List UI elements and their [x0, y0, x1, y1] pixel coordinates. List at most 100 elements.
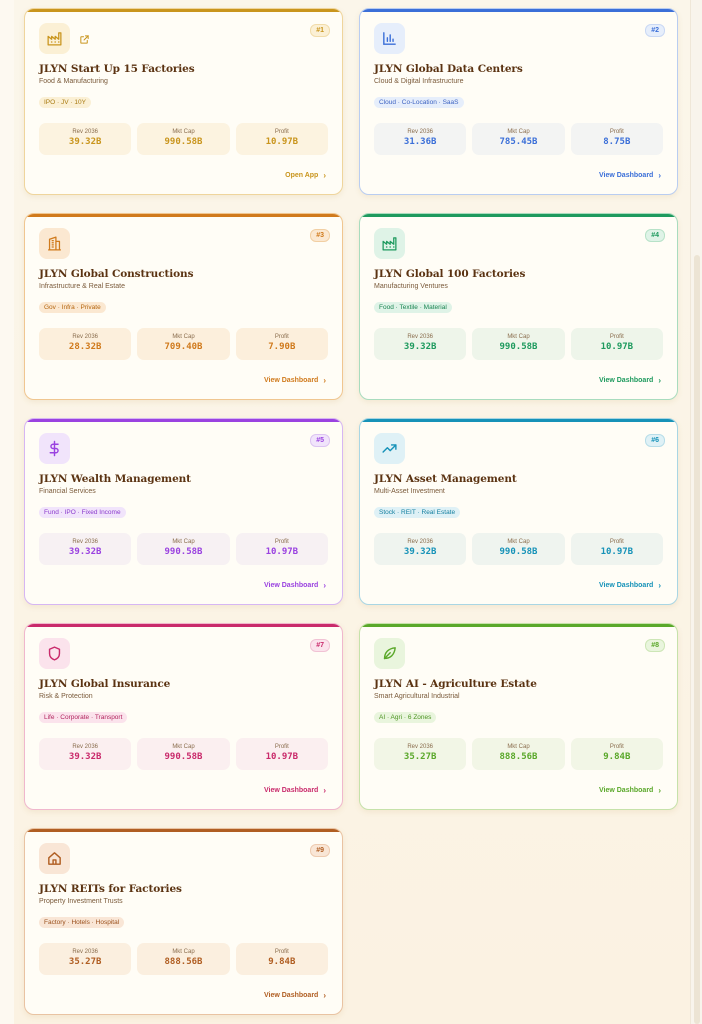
company-card[interactable]: #4 JLYN Global 100 Factories Manufacturi… [359, 213, 678, 400]
card-title: JLYN Asset Management [374, 473, 517, 485]
category-tag: IPO · JV · 10Y [39, 97, 91, 108]
stat-market-cap: Mkt Cap 888.56B [137, 943, 230, 975]
stat-label: Mkt Cap [172, 539, 195, 545]
view-dashboard-link[interactable]: View Dashboard › [264, 581, 326, 590]
company-card[interactable]: #5 JLYN Wealth Management Financial Serv… [24, 418, 343, 605]
stat-label: Rev 2036 [72, 949, 98, 955]
stats-row: Rev 2036 35.27B Mkt Cap 888.56B Profit 9.84… [374, 738, 663, 770]
view-dashboard-link[interactable]: View Dashboard › [599, 171, 661, 180]
card-subtitle: Smart Agricultural Industrial [374, 693, 460, 700]
stat-label: Mkt Cap [172, 744, 195, 750]
open-app-link[interactable]: Open App › [285, 171, 326, 180]
stat-label: Rev 2036 [72, 744, 98, 750]
company-card[interactable]: #3 JLYN Global Constructions Infrastruct… [24, 213, 343, 400]
view-dashboard-link[interactable]: View Dashboard › [599, 376, 661, 385]
card-title: JLYN Global 100 Factories [374, 268, 526, 280]
category-tag: Fund · IPO · Fixed Income [39, 507, 126, 518]
stat-revenue: Rev 2036 39.32B [39, 738, 132, 770]
stat-label: Rev 2036 [72, 129, 98, 135]
stat-value: 39.32B [403, 342, 437, 352]
rank-badge: #6 [645, 434, 665, 447]
stat-value: 39.32B [68, 137, 102, 147]
stat-value: 10.97B [265, 547, 299, 557]
company-card[interactable]: #8 JLYN AI - Agriculture Estate Smart Ag… [359, 623, 678, 810]
stat-label: Mkt Cap [507, 334, 530, 340]
rank-badge: #7 [310, 639, 330, 652]
stat-label: Profit [609, 539, 624, 545]
stat-label: Profit [609, 744, 624, 750]
scrollbar-thumb[interactable] [694, 255, 700, 1024]
stat-value: 39.32B [68, 547, 102, 557]
stat-profit: Profit 10.97B [235, 123, 328, 155]
company-card[interactable]: #6 JLYN Asset Management Multi-Asset Inv… [359, 418, 678, 605]
stat-market-cap: Mkt Cap 990.58B [137, 123, 230, 155]
category-tag: Stock · REIT · Real Estate [374, 507, 461, 518]
stat-value: 10.97B [265, 752, 299, 762]
stat-value: 9.84B [603, 752, 631, 762]
stat-market-cap: Mkt Cap 709.40B [137, 328, 230, 360]
stat-label: Rev 2036 [407, 744, 433, 750]
scrollbar[interactable] [690, 0, 702, 1024]
stat-value: 39.32B [68, 752, 102, 762]
building-icon [39, 228, 70, 259]
chevron-right-icon: › [658, 376, 661, 385]
stat-label: Rev 2036 [407, 334, 433, 340]
stat-revenue: Rev 2036 28.32B [39, 328, 132, 360]
stat-value: 31.36B [403, 137, 437, 147]
category-tag: AI · Agri · 6 Zones [374, 712, 437, 723]
stat-profit: Profit 8.75B [570, 123, 663, 155]
view-dashboard-link[interactable]: View Dashboard › [599, 786, 661, 795]
view-dashboard-link[interactable]: View Dashboard › [264, 786, 326, 795]
card-title: JLYN AI - Agriculture Estate [374, 678, 537, 690]
rank-badge: #3 [310, 229, 330, 242]
card-title: JLYN Start Up 15 Factories [39, 63, 195, 75]
category-tag: Life · Corporate · Transport [39, 712, 128, 723]
company-card[interactable]: #2 JLYN Global Data Centers Cloud & Digi… [359, 8, 678, 195]
category-tag: Cloud · Co-Location · SaaS [374, 97, 464, 108]
cta-label: View Dashboard [598, 787, 654, 794]
leaf-icon [374, 638, 405, 669]
rank-badge: #8 [645, 639, 665, 652]
chevron-right-icon: › [323, 171, 326, 180]
view-dashboard-link[interactable]: View Dashboard › [264, 991, 326, 1000]
external-link-icon[interactable] [79, 32, 91, 44]
stat-value: 709.40B [164, 342, 203, 352]
stat-label: Profit [609, 129, 624, 135]
stat-value: 10.97B [600, 342, 634, 352]
stat-market-cap: Mkt Cap 785.45B [472, 123, 565, 155]
company-card[interactable]: #9 JLYN REITs for Factories Property Inv… [24, 828, 343, 1015]
stat-label: Profit [274, 334, 289, 340]
chevron-right-icon: › [658, 171, 661, 180]
stat-profit: Profit 7.90B [235, 328, 328, 360]
card-subtitle: Risk & Protection [39, 693, 93, 700]
stat-revenue: Rev 2036 39.32B [39, 123, 132, 155]
home-icon [39, 843, 70, 874]
stat-label: Mkt Cap [507, 744, 530, 750]
view-dashboard-link[interactable]: View Dashboard › [264, 376, 326, 385]
stat-label: Rev 2036 [407, 129, 433, 135]
chevron-right-icon: › [323, 376, 326, 385]
stats-row: Rev 2036 39.32B Mkt Cap 990.58B Profit 10.9… [374, 533, 663, 565]
company-card[interactable]: #1 JLYN Start Up 15 Factories Food & Man… [24, 8, 343, 195]
bar-chart-icon [374, 23, 405, 54]
stat-label: Mkt Cap [172, 949, 195, 955]
stat-value: 10.97B [600, 547, 634, 557]
stat-market-cap: Mkt Cap 990.58B [137, 533, 230, 565]
stat-value: 28.32B [68, 342, 102, 352]
rank-badge: #5 [310, 434, 330, 447]
card-subtitle: Financial Services [39, 488, 96, 495]
stats-row: Rev 2036 39.32B Mkt Cap 990.58B Profit 10.9… [39, 123, 328, 155]
stat-value: 10.97B [265, 137, 299, 147]
cta-label: View Dashboard [598, 377, 654, 384]
cta-label: View Dashboard [263, 992, 319, 999]
company-card[interactable]: #7 JLYN Global Insurance Risk & Protecti… [24, 623, 343, 810]
view-dashboard-link[interactable]: View Dashboard › [599, 581, 661, 590]
stats-row: Rev 2036 39.32B Mkt Cap 990.58B Profit 10.9… [39, 738, 328, 770]
chevron-right-icon: › [323, 991, 326, 1000]
stat-value: 990.58B [499, 547, 538, 557]
rank-badge: #4 [645, 229, 665, 242]
stats-row: Rev 2036 28.32B Mkt Cap 709.40B Profit 7.90… [39, 328, 328, 360]
stat-label: Profit [274, 129, 289, 135]
stats-row: Rev 2036 39.32B Mkt Cap 990.58B Profit 10.9… [374, 328, 663, 360]
cta-label: View Dashboard [263, 787, 319, 794]
